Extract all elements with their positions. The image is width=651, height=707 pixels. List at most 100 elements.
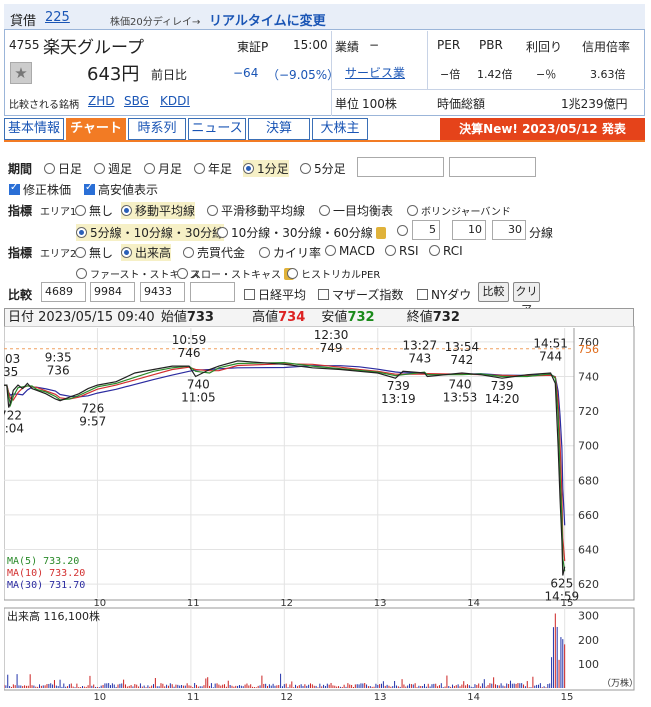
checkbox-icon [244,289,255,300]
period-start-input[interactable] [357,157,444,177]
area2-deviation[interactable]: カイリ率 [259,244,321,261]
period-5min[interactable]: 5分足 [300,160,346,177]
per-label: PER [437,38,461,52]
checkbox-checked-icon [84,182,95,195]
area2-rsi-label: RSI [399,244,419,258]
high-low-annotation: 735 [4,365,18,379]
period-1min[interactable]: 1分足 [243,160,289,177]
period-5min-label: 5分足 [314,162,346,176]
area2-macd[interactable]: MACD [325,244,375,258]
y-tick-label: 640 [578,544,599,557]
radio-icon [94,163,105,174]
highlow-checkbox[interactable]: 高安値表示 [84,181,158,198]
area1-ichimoku[interactable]: 一目均衡表 [319,202,393,219]
period-yearly[interactable]: 年足 [194,160,232,177]
radio-icon [76,268,87,279]
area2-trading-value[interactable]: 売買代金 [183,244,245,261]
sector-link[interactable]: サービス業 [345,64,405,81]
x-tick-label: 15 [561,692,574,703]
ma-input-1[interactable]: 5 [412,220,440,240]
ma-5-10-30[interactable]: 5分線・10分線・30分線 [76,224,225,241]
period-monthly[interactable]: 月足 [144,160,182,177]
open-value: 733 [186,310,214,325]
area1-smoothed-ma[interactable]: 平滑移動平均線 [207,202,305,219]
gyoseki-value: − [369,38,380,52]
current-price-label: 756 [578,343,599,356]
yield-label: 利回り [526,40,563,54]
high-low-annotation: 12:30 [314,328,349,342]
divider [427,31,428,89]
volume-tick-label: 100 [578,658,599,671]
area2-rci[interactable]: RCI [429,244,463,258]
compare-button[interactable]: 比較 [478,282,509,302]
high-low-annotation: 742 [450,353,473,367]
ma-input-3[interactable]: 30 [492,220,526,240]
area2-slow-stoch[interactable]: スロー・ストキャス [177,266,297,281]
indicator-label: 指標 [8,204,33,218]
earnings-banner[interactable]: 決算New! 2023/05/12 発表 [440,118,645,140]
compare-input-1[interactable]: 4689 [41,282,86,302]
period-daily[interactable]: 日足 [44,160,82,177]
market-cap-value: 1兆239億円 [561,97,628,111]
tab-timeseries[interactable]: 時系列 [128,118,186,140]
high-low-annotation: 9:57 [79,415,106,429]
area2-rsi[interactable]: RSI [385,244,419,258]
compare-mothers-checkbox[interactable]: マザーズ指数 [318,286,403,303]
area1-label: エリア1 [40,207,77,218]
tab-chart[interactable]: チャート [66,118,126,140]
volume-label: 出来高 116,100株 [7,609,100,623]
x-tick-label: 12 [280,692,293,703]
tab-basic-info[interactable]: 基本情報 [4,118,64,140]
area2-none[interactable]: 無し [75,244,113,261]
y-tick-label: 660 [578,509,599,522]
area1-none[interactable]: 無し [75,202,113,219]
tab-news[interactable]: ニュース [188,118,246,140]
compare-nikkei-checkbox[interactable]: 日経平均 [244,286,306,303]
ma-custom-radio[interactable] [397,224,411,238]
high-low-annotation: 13:53 [443,390,478,404]
tab-underline [4,140,645,142]
price-chart[interactable]: 7607407207006806606406201010111112121313… [4,326,645,704]
period-end-input[interactable] [449,157,536,177]
period-weekly[interactable]: 週足 [94,160,132,177]
area1-moving-average[interactable]: 移動平均線 [121,202,196,219]
compare-input-4[interactable] [190,282,235,302]
ma-legend-entry: MA(10) 733.20 [7,568,85,579]
high-low-annotation: 739 [491,379,514,393]
market-cap-label: 時価総額 [437,97,486,111]
compare-link-zhd[interactable]: ZHD [88,94,114,108]
high-low-annotation: 10:59 [172,333,207,347]
ma-10-30-60[interactable]: 10分線・30分線・60分線 [217,224,389,241]
clear-button[interactable]: クリア [513,282,540,316]
high-low-annotation: 11:05 [181,390,216,404]
high-low-annotation: 14:20 [485,392,520,406]
realtime-link[interactable]: リアルタイムに変更 [209,10,326,29]
area2-volume[interactable]: 出来高 [121,244,172,261]
y-tick-label: 620 [578,578,599,591]
index-225-link[interactable]: 225 [45,10,70,25]
area1-bollinger-label: ボリンジャーバンド [421,207,511,218]
compare-nydow-checkbox[interactable]: NYダウ [417,286,471,303]
area2-historical-per[interactable]: ヒストリカルPER [287,266,380,281]
x-tick-label: 11 [187,692,200,703]
tab-earnings[interactable]: 決算 [248,118,310,140]
chart-info-bar: 日付 2023/05/15 09:40 始値733 高値734 安値732 終値… [4,308,634,327]
radio-icon [44,163,55,174]
ma-legend-entry: MA(5) 733.20 [7,556,79,567]
compare-nikkei-label: 日経平均 [258,288,307,302]
compare-input-3[interactable]: 9433 [140,282,185,302]
tab-major-shareholders[interactable]: 大株主 [312,118,368,140]
ma-input-2[interactable]: 10 [452,220,486,240]
exchange-label: 東証P [237,40,269,54]
divider [331,89,645,90]
compare-input-2[interactable]: 9984 [90,282,135,302]
compare-link-kddi[interactable]: KDDI [160,94,190,108]
area1-bollinger[interactable]: ボリンジャーバンド [407,203,511,218]
compare-link-sbg[interactable]: SBG [124,94,149,108]
high-low-annotation: 726 [81,402,104,416]
high-low-annotation: 13:27 [403,338,438,352]
close-label: 終値 [406,310,433,325]
favorite-star-icon[interactable]: ★ [10,62,32,84]
compare-nydow-label: NYダウ [431,288,472,302]
adjusted-price-checkbox[interactable]: 修正株価 [9,181,71,198]
